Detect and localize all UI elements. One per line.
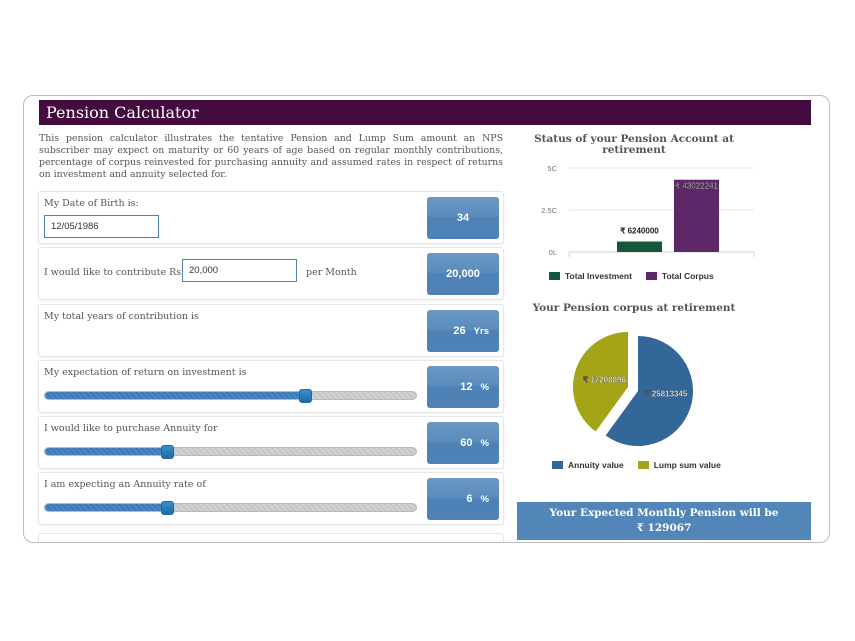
annuity-rate-row: I am expecting an Annuity rate of 6 %	[38, 472, 504, 525]
dob-row: My Date of Birth is: 34	[38, 191, 504, 244]
pie-chart-legend: Annuity value Lump sum value	[552, 460, 721, 470]
annuity-percent-unit: %	[480, 437, 489, 449]
return-rate-label: My expectation of return on investment i…	[44, 367, 247, 378]
bar-chart-title: Status of your Pension Account at retire…	[534, 133, 734, 156]
bar-data-label: ₹ 43022241	[675, 182, 718, 191]
years-value: 26	[453, 325, 466, 337]
return-rate-result: 12 %	[427, 366, 499, 408]
pie-data-label: ₹ 25813345	[644, 390, 687, 399]
contribution-row: I would like to contribute Rs per Month …	[38, 247, 504, 300]
annuity-rate-label: I am expecting an Annuity rate of	[44, 479, 206, 490]
return-rate-slider-fill	[45, 392, 305, 399]
years-result: 26 Yrs	[427, 310, 499, 352]
years-row: My total years of contribution is 26 Yrs	[38, 304, 504, 357]
years-unit: Yrs	[473, 325, 489, 337]
expected-pension-box: Your Expected Monthly Pension will be ₹ …	[517, 502, 811, 540]
legend-total-corpus[interactable]: Total Corpus	[645, 271, 714, 281]
return-rate-unit: %	[480, 381, 489, 393]
contribution-value: 20,000	[446, 268, 480, 280]
annuity-rate-slider-handle[interactable]	[161, 501, 175, 515]
bar-total-investment[interactable]	[617, 241, 662, 252]
annuity-percent-label: I would like to purchase Annuity for	[44, 423, 218, 434]
bar-data-label: ₹ 6240000	[620, 227, 659, 236]
pension-calculator-card: Pension Calculator This pension calculat…	[23, 95, 830, 543]
pie-chart: ₹ 25813345 ₹ 17208896	[573, 332, 693, 446]
annuity-rate-slider-fill	[45, 504, 168, 511]
legend-total-investment[interactable]: Total Investment	[549, 271, 632, 281]
legend-swatch-annuity	[552, 461, 563, 469]
legend-label-lumpsum: Lump sum value	[653, 460, 721, 470]
legend-swatch-lumpsum	[637, 461, 649, 469]
years-label: My total years of contribution is	[44, 311, 199, 322]
legend-swatch-investment	[549, 272, 560, 280]
annuity-percent-slider[interactable]	[44, 445, 417, 459]
bar-y-tick-label: 0L	[549, 248, 557, 257]
legend-label-investment: Total Investment	[565, 271, 632, 281]
legend-swatch-corpus	[645, 272, 657, 280]
bar-chart-legend: Total Investment Total Corpus	[549, 271, 714, 281]
intro-text: This pension calculator illustrates the …	[39, 133, 503, 180]
age-value: 34	[456, 212, 470, 224]
contribution-result: 20,000	[427, 253, 499, 295]
legend-label-corpus: Total Corpus	[661, 271, 714, 281]
return-rate-row: My expectation of return on investment i…	[38, 360, 504, 413]
legend-annuity-value[interactable]: Annuity value	[552, 460, 624, 470]
return-rate-value: 12	[460, 381, 473, 393]
bar-y-tick-label: 5C	[547, 164, 557, 173]
expected-pension-value: ₹ 129067	[636, 522, 692, 534]
annuity-rate-slider[interactable]	[44, 501, 417, 515]
expected-pension-label: Your Expected Monthly Pension will be	[549, 507, 779, 519]
dob-label: My Date of Birth is:	[44, 198, 139, 209]
contribution-label: I would like to contribute Rs	[44, 267, 182, 278]
contribution-suffix: per Month	[306, 267, 357, 278]
legend-lump-sum-value[interactable]: Lump sum value	[637, 460, 721, 470]
pie-chart-title: Your Pension corpus at retirement	[532, 302, 736, 314]
annuity-rate-value: 6	[466, 493, 473, 505]
annuity-percent-result: 60 %	[427, 422, 499, 464]
bar-y-tick-label: 2.5C	[541, 206, 557, 215]
annuity-percent-slider-handle[interactable]	[161, 445, 175, 459]
return-rate-slider[interactable]	[44, 389, 417, 403]
bar-chart: 0L 2.5C 5C ₹ 6240000 ₹ 43022241	[541, 164, 755, 257]
page-title: Pension Calculator	[39, 100, 811, 125]
age-result: 34	[427, 197, 499, 239]
annuity-percent-row: I would like to purchase Annuity for 60 …	[38, 416, 504, 469]
next-row	[38, 533, 504, 542]
annuity-percent-value: 60	[460, 437, 473, 449]
pie-data-label: ₹ 17208896	[583, 375, 626, 384]
annuity-rate-unit: %	[480, 493, 489, 505]
legend-label-annuity: Annuity value	[568, 460, 624, 470]
contribution-input[interactable]	[182, 259, 297, 282]
return-rate-slider-handle[interactable]	[298, 389, 312, 403]
annuity-rate-result: 6 %	[427, 478, 499, 520]
annuity-percent-slider-fill	[45, 448, 168, 455]
dob-input[interactable]	[44, 215, 159, 238]
